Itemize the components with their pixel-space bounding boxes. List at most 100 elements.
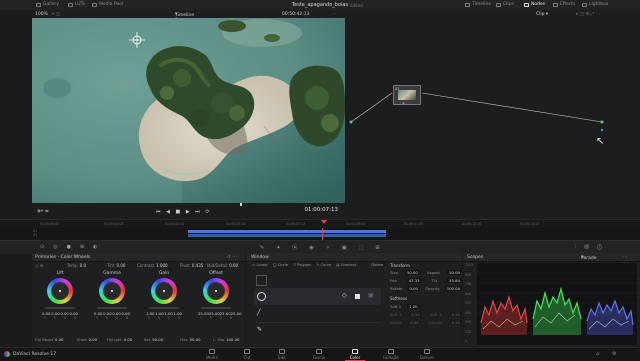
gradient-tool[interactable]: ▤ Gradient bbox=[336, 263, 356, 267]
viewer-scrubber[interactable] bbox=[32, 203, 346, 206]
lift-wheel[interactable]: Lift 0.00 0.00 0.00 0.00 YRGB bbox=[41, 271, 79, 320]
circle-tool[interactable]: ◯ Circle bbox=[273, 263, 288, 267]
gamma-wheel[interactable]: Gamma 0.00 0.00 0.00 0.00 YRGB bbox=[93, 271, 131, 320]
tint-param[interactable]: Tint 0.00 bbox=[107, 263, 125, 268]
viewer-options-icon[interactable]: ▾ ◫ bbox=[52, 12, 60, 17]
cut-page-button[interactable]: Cut bbox=[232, 349, 262, 360]
more-icon[interactable]: ⋯ bbox=[332, 12, 337, 17]
gamma-color-disc[interactable] bbox=[99, 278, 125, 304]
color-page-icon bbox=[352, 349, 358, 354]
gamma-master-slider[interactable] bbox=[97, 307, 127, 309]
color-page-button[interactable]: Color bbox=[340, 349, 370, 361]
edit-page-button[interactable]: Edit bbox=[267, 349, 297, 360]
home-icon[interactable]: ⌂ bbox=[596, 351, 599, 357]
temp-param[interactable]: Temp 0.0 bbox=[67, 263, 86, 268]
lightbox-tab[interactable]: Lightbox bbox=[582, 2, 608, 7]
window-row-curve[interactable]: ✎ bbox=[256, 324, 381, 339]
ruler-tick: 01:00:07:13 bbox=[286, 222, 306, 226]
corrector-node[interactable]: 01 ▣ ◌ ◌ bbox=[393, 85, 421, 105]
gain-puck[interactable] bbox=[163, 290, 165, 292]
hue-param[interactable]: Hue 50.00 bbox=[180, 337, 200, 342]
offset-puck[interactable] bbox=[215, 290, 217, 292]
nodes-tab[interactable]: Nodes bbox=[524, 2, 545, 7]
node-tool-icons[interactable]: ▸ ◫ ✥ ⤢ ⋯ bbox=[576, 11, 600, 17]
gain-wheel[interactable]: Gain 1.00 1.00 1.00 1.00 YRGB bbox=[145, 271, 183, 320]
offset-wheel[interactable]: Offset 25.00 25.00 25.00 25.00 YRGB bbox=[197, 271, 242, 320]
ruler-tick: 01:00:02:03 bbox=[104, 222, 124, 226]
clips-icon bbox=[496, 2, 501, 7]
mid-detail-param[interactable]: Mid/Detail 0.00 bbox=[207, 263, 238, 268]
effects-tab[interactable]: Effects bbox=[553, 2, 575, 7]
audio-clip[interactable] bbox=[188, 234, 386, 237]
zoom-level[interactable]: 100% bbox=[35, 12, 48, 17]
settings-icon[interactable]: ⚙ bbox=[612, 351, 616, 357]
curve-tool[interactable]: ✎ Curve bbox=[316, 263, 331, 267]
left-palette-icons[interactable]: ⊙◎●⊕◐ bbox=[40, 244, 106, 250]
window-row-linear[interactable] bbox=[256, 273, 381, 289]
video-clip[interactable] bbox=[188, 230, 386, 233]
linear-tool[interactable]: ▭ Linear bbox=[252, 263, 268, 267]
scopes-header: Scopes Parade ▾ ⋯ bbox=[463, 253, 640, 262]
shad-param[interactable]: Shad 0.00 bbox=[77, 337, 97, 342]
gain-color-disc[interactable] bbox=[151, 278, 177, 304]
media-page-icon bbox=[209, 349, 215, 354]
playhead-marker[interactable] bbox=[321, 220, 327, 224]
playback-controls[interactable]: ⏮ ◀ ■ ▶ ⏭ ⟳ bbox=[156, 209, 212, 215]
col-boost-param[interactable]: Col Boost 0.00 bbox=[35, 337, 63, 342]
hi-light-param[interactable]: Hi/Light 0.00 bbox=[107, 337, 132, 342]
transform-section: Transform Size 50.00 Aspect 50.00 Pan 47.33 T… bbox=[388, 263, 462, 345]
node-graph[interactable]: 01 ▣ ◌ ◌ ↖ bbox=[346, 18, 640, 243]
playhead-line bbox=[322, 228, 323, 240]
reset-icon[interactable]: ↺ ⋯ bbox=[227, 255, 237, 260]
gain-master-slider[interactable] bbox=[149, 307, 179, 309]
mask-icon[interactable]: ▣ bbox=[368, 292, 374, 299]
timeline-tracks[interactable]: V1 A1 bbox=[0, 228, 640, 240]
timeline-selector[interactable]: Timeline 1 ▾ bbox=[175, 12, 194, 24]
center-palette-icons[interactable]: ✎✦⦿◉✧▣⬚⊞ bbox=[260, 244, 392, 251]
square-window-icon bbox=[256, 275, 267, 286]
softness-title: Softness bbox=[390, 296, 408, 301]
delete-window-button[interactable]: Delete bbox=[371, 263, 383, 267]
scope-options-icon[interactable]: ⋯ bbox=[623, 255, 628, 260]
circle-window-icon bbox=[257, 292, 266, 301]
node-mode-selector[interactable]: Clip ▾ bbox=[536, 12, 548, 17]
lift-puck[interactable] bbox=[59, 290, 61, 292]
clips-tab[interactable]: Clips bbox=[496, 2, 514, 7]
lift-color-disc[interactable] bbox=[47, 278, 73, 304]
pivot-param[interactable]: Pivot 0.435 bbox=[180, 263, 203, 268]
soft3-soft4-row: Soft 3 0.50 Soft 4 0.50 bbox=[390, 312, 462, 317]
ruler-tick: 01:00:04:01 bbox=[165, 222, 185, 226]
window-row-circle[interactable]: ◇ ▣ bbox=[254, 289, 381, 305]
viewer-header: 100% ▾ ◫ Timeline 1 ▾ 00:50:42:13 ⋯ bbox=[32, 10, 346, 24]
l-mix-param[interactable]: L. Mix 100.00 bbox=[213, 337, 239, 342]
invert-icon[interactable]: ◇ bbox=[342, 292, 347, 299]
soft1-row: Soft 1 1.20 bbox=[390, 304, 420, 309]
fusion-page-button[interactable]: Fusion bbox=[304, 349, 334, 360]
gamma-puck[interactable] bbox=[111, 290, 113, 292]
viewer-mode-icon[interactable]: ◉▾ ◂▸ bbox=[37, 209, 49, 214]
timeline-tab[interactable]: Timeline bbox=[465, 2, 491, 7]
color-wheels-title: Primaries - Color Wheels bbox=[35, 254, 91, 260]
polygon-tool[interactable]: ⬠ Polygon bbox=[293, 263, 311, 267]
viewer-image[interactable] bbox=[32, 18, 345, 203]
deliver-page-button[interactable]: Deliver bbox=[412, 349, 442, 360]
source-timecode: 00:50:42:13 bbox=[282, 11, 310, 17]
offset-color-disc[interactable] bbox=[203, 278, 229, 304]
window-row-polygon[interactable]: ╱ bbox=[256, 307, 381, 323]
lift-master-slider[interactable] bbox=[45, 307, 75, 309]
media-page-button[interactable]: Media bbox=[197, 349, 227, 360]
node-status-icons: ▣ ◌ ◌ bbox=[402, 101, 412, 105]
fairlight-page-icon bbox=[388, 349, 394, 354]
contrast-param[interactable]: Contrast 1.000 bbox=[137, 263, 168, 268]
sat-param[interactable]: Sat 50.00 bbox=[144, 337, 163, 342]
scope-mode-selector[interactable]: Parade ▾ bbox=[581, 255, 597, 262]
wheel-mode-icons[interactable]: ◎ ⊞ bbox=[35, 263, 43, 268]
offset-master-slider[interactable] bbox=[201, 307, 231, 309]
scrubber-handle[interactable] bbox=[240, 203, 242, 206]
right-palette-icons[interactable]: ⫶▥ⓘ bbox=[575, 244, 610, 250]
enable-window-icon[interactable] bbox=[355, 293, 360, 299]
fairlight-page-button[interactable]: Fairlight bbox=[376, 349, 406, 360]
project-status: Edited bbox=[350, 2, 363, 8]
transport-bar: ◉▾ ◂▸ ⏮ ◀ ■ ▶ ⏭ ⟳ 01:00:07:13 bbox=[32, 203, 346, 219]
gain-label: Gain bbox=[158, 271, 170, 276]
